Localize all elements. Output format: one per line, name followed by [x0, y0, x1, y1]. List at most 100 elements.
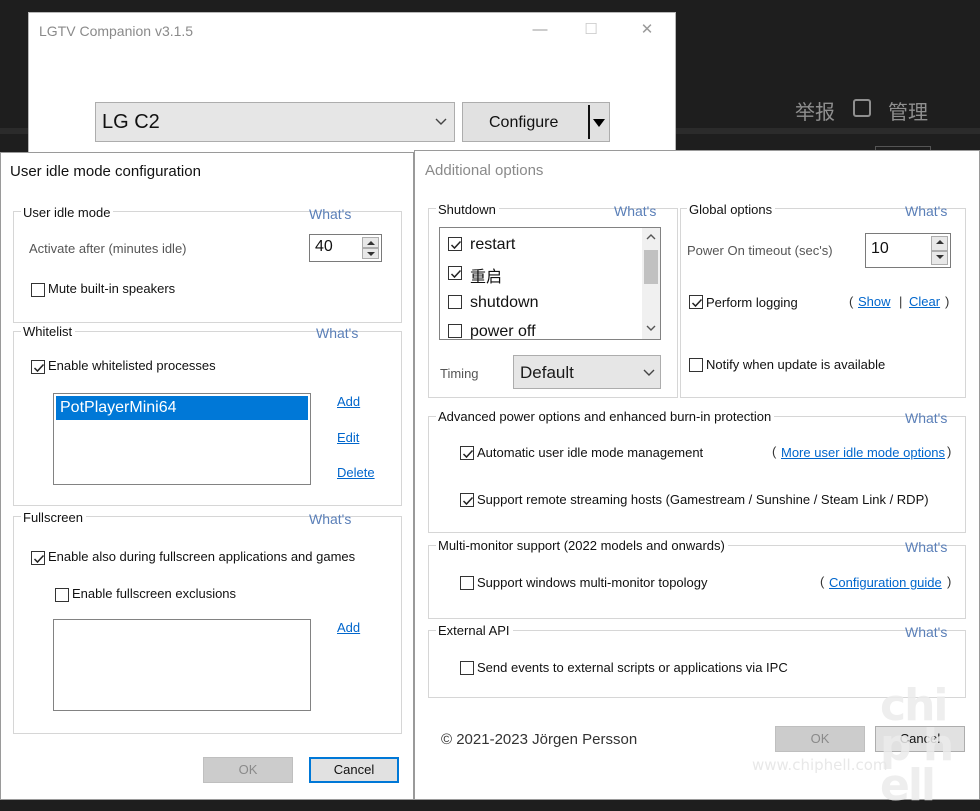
perform-logging-checkbox[interactable] [689, 295, 703, 309]
list-item: 重启 [470, 269, 503, 286]
shutdown-listbox[interactable]: restart 重启 shutdown power off [439, 227, 661, 340]
idle-management-label: Automatic user idle mode management [477, 445, 704, 460]
whitelist-group-title: Whitelist [21, 324, 76, 339]
idle-management-checkbox[interactable] [460, 446, 474, 460]
checkmark-icon [462, 496, 474, 506]
multimonitor-topology-label: Support windows multi-monitor topology [477, 575, 708, 590]
activate-after-value: 40 [315, 238, 333, 255]
whitelist-edit-link[interactable]: Edit [337, 430, 359, 445]
notify-update-label: Notify when update is available [706, 357, 886, 372]
more-idle-options-link[interactable]: More user idle mode options [781, 445, 945, 460]
dialog-title: Additional options [425, 162, 544, 179]
multimonitor-group-title: Multi-monitor support (2022 models and o… [436, 538, 728, 553]
fullscreen-whats-link[interactable]: What's [309, 511, 351, 527]
manage-checkbox[interactable] [853, 99, 871, 117]
reboot-cn-checkbox[interactable] [448, 266, 462, 280]
mute-speakers-checkbox[interactable] [31, 283, 45, 297]
clear-log-link[interactable]: Clear [909, 294, 940, 309]
enable-fullscreen-checkbox[interactable] [31, 551, 45, 565]
advanced-whats-link[interactable]: What's [905, 410, 947, 426]
maximize-icon[interactable]: ☐ [576, 19, 606, 41]
checkmark-icon [691, 298, 703, 308]
timing-select[interactable]: Default [513, 355, 661, 389]
checkmark-icon [450, 269, 462, 279]
timing-label: Timing [440, 366, 479, 381]
list-item[interactable]: PotPlayerMini64 [56, 396, 308, 420]
shutdown-checkbox[interactable] [448, 295, 462, 309]
configure-button[interactable]: Configure [462, 102, 610, 142]
chevron-down-icon [643, 369, 655, 376]
paren-close: ) [945, 294, 950, 309]
multimonitor-whats-link[interactable]: What's [905, 539, 947, 555]
shutdown-group-title: Shutdown [436, 202, 499, 217]
show-log-link[interactable]: Show [858, 294, 891, 309]
enable-whitelist-label: Enable whitelisted processes [48, 358, 216, 373]
ok-button[interactable]: OK [203, 757, 293, 783]
activate-after-label: Activate after (minutes idle) [29, 241, 187, 256]
remote-streaming-checkbox[interactable] [460, 493, 474, 507]
global-whats-link[interactable]: What's [905, 203, 947, 219]
user-idle-group [13, 211, 402, 323]
spin-down-icon[interactable] [362, 248, 379, 259]
window-title: LGTV Companion v3.1.5 [39, 23, 194, 39]
close-icon[interactable]: ✕ [632, 19, 662, 41]
device-select-value: LG C2 [102, 111, 160, 133]
pipe-separator: | [899, 294, 903, 309]
whitelist-whats-link[interactable]: What's [316, 325, 358, 341]
minimize-icon[interactable]: — [525, 19, 555, 41]
device-select[interactable]: LG C2 [95, 102, 455, 142]
idle-config-dialog: User idle mode configuration User idle m… [0, 152, 414, 800]
user-idle-whats-link[interactable]: What's [309, 206, 351, 222]
scrollbar-thumb[interactable] [644, 250, 658, 284]
spin-down-icon[interactable] [931, 250, 948, 265]
ipc-events-checkbox[interactable] [460, 661, 474, 675]
remote-streaming-label: Support remote streaming hosts (Gamestre… [477, 492, 929, 507]
manage-button[interactable]: 管理 [888, 96, 928, 125]
global-options-group-title: Global options [687, 202, 776, 217]
spin-up-icon[interactable] [931, 236, 948, 251]
shutdown-whats-link[interactable]: What's [614, 203, 656, 219]
user-idle-group-title: User idle mode [21, 205, 114, 220]
dropdown-arrow-icon[interactable] [593, 119, 605, 127]
copyright-text: © 2021-2023 Jörgen Persson [441, 731, 638, 748]
external-api-group-title: External API [436, 623, 513, 638]
enable-whitelist-checkbox[interactable] [31, 360, 45, 374]
whitelist-delete-link[interactable]: Delete [337, 465, 375, 480]
ipc-events-label: Send events to external scripts or appli… [477, 660, 788, 675]
whitelist-listbox[interactable]: PotPlayerMini64 [53, 393, 311, 485]
power-on-timeout-spinner[interactable]: 10 [865, 233, 951, 268]
scroll-up-icon[interactable] [645, 232, 657, 242]
paren-open: ( [820, 574, 825, 589]
fullscreen-exclusions-checkbox[interactable] [55, 588, 69, 602]
chevron-down-icon [435, 118, 447, 125]
advanced-power-group [428, 416, 966, 533]
paren-open: ( [849, 294, 854, 309]
multimonitor-topology-checkbox[interactable] [460, 576, 474, 590]
scrollbar[interactable] [642, 228, 660, 339]
enable-fullscreen-label: Enable also during fullscreen applicatio… [48, 549, 356, 564]
exclusions-add-link[interactable]: Add [337, 620, 360, 635]
power-on-timeout-value: 10 [871, 240, 889, 257]
watermark-url: www.chiphell.com [752, 756, 888, 774]
spin-up-icon[interactable] [362, 237, 379, 248]
exclusions-listbox[interactable] [53, 619, 311, 711]
external-api-whats-link[interactable]: What's [905, 624, 947, 640]
scroll-down-icon[interactable] [645, 323, 657, 333]
paren-open: ( [772, 444, 777, 459]
dialog-title: User idle mode configuration [10, 163, 201, 180]
whitelist-add-link[interactable]: Add [337, 394, 360, 409]
mute-speakers-label: Mute built-in speakers [48, 281, 176, 296]
configuration-guide-link[interactable]: Configuration guide [829, 575, 942, 590]
notify-update-checkbox[interactable] [689, 358, 703, 372]
ok-button[interactable]: OK [775, 726, 865, 752]
restart-checkbox[interactable] [448, 237, 462, 251]
cancel-button[interactable]: Cancel [309, 757, 399, 783]
advanced-power-group-title: Advanced power options and enhanced burn… [436, 409, 775, 424]
activate-after-spinner[interactable]: 40 [309, 234, 382, 262]
fullscreen-exclusions-label: Enable fullscreen exclusions [72, 586, 237, 601]
checkmark-icon [462, 449, 474, 459]
power-off-checkbox[interactable] [448, 324, 462, 338]
checkmark-icon [450, 240, 462, 250]
report-button[interactable]: 举报 [795, 96, 835, 125]
checkmark-icon [33, 554, 45, 564]
